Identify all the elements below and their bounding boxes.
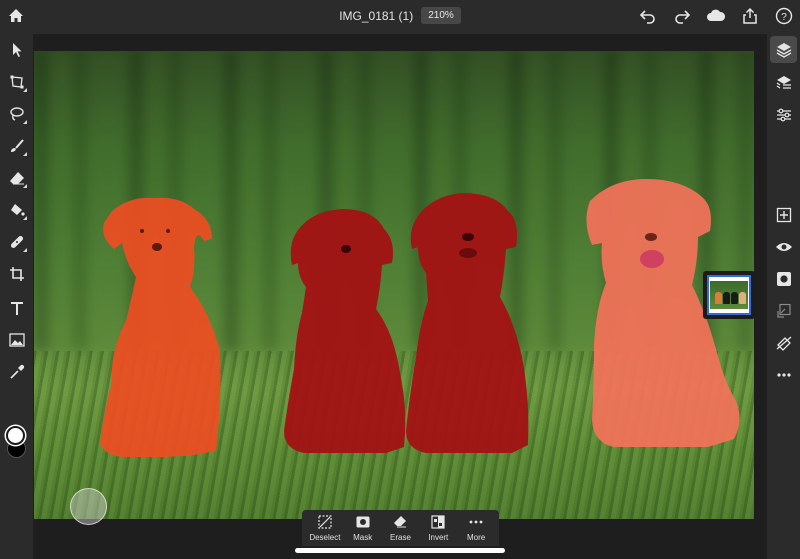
merge-icon[interactable] [773,300,794,321]
erase-button[interactable]: Erase [382,515,418,542]
lasso-icon[interactable] [6,103,27,124]
layer-thumbnail-image [707,275,751,315]
more-icon[interactable] [773,364,794,385]
top-bar: IMG_0181 (1) 210% ? [0,0,800,34]
mask-button[interactable]: Mask [345,515,381,542]
deselect-icon [317,514,333,529]
more-label: More [466,532,486,542]
dog-1-selected[interactable] [100,197,221,457]
image-canvas[interactable] [34,51,754,519]
layer-properties-icon[interactable] [773,72,794,93]
left-toolbar [0,34,33,559]
more-button[interactable]: More [458,515,494,542]
brush-icon[interactable] [6,135,27,156]
type-icon[interactable] [6,297,27,318]
deselect-label: Deselect [309,532,341,542]
erase-icon [392,515,408,529]
fill-icon[interactable] [6,199,27,220]
visibility-icon[interactable] [773,236,794,257]
cloud-icon[interactable] [706,6,726,26]
redo-icon[interactable] [672,6,692,26]
right-panel [767,34,800,559]
share-icon[interactable] [740,6,760,26]
layer-thumbnail[interactable] [703,271,755,319]
image-icon[interactable] [6,329,27,350]
crop-icon[interactable] [6,263,27,284]
top-actions: ? [638,6,794,26]
dogs-selection-overlay [100,179,740,457]
document-title[interactable]: IMG_0181 (1) [339,9,413,23]
layers-icon[interactable] [770,36,797,63]
healing-icon[interactable] [6,231,27,252]
foreground-color-swatch[interactable] [6,426,25,445]
invert-button[interactable]: Invert [420,514,456,542]
zoom-level[interactable]: 210% [421,7,461,24]
mask-label: Mask [353,532,373,542]
invert-icon [430,514,446,529]
mask-icon [355,515,371,529]
mask-icon[interactable] [773,268,794,289]
eyedropper-icon[interactable] [6,361,27,382]
deselect-button[interactable]: Deselect [307,514,343,542]
contextual-taskbar: Deselect Mask Erase Invert More [302,510,499,546]
clear-icon[interactable] [773,332,794,353]
touch-shortcut-button[interactable] [70,488,107,525]
dog-3-selected[interactable] [406,193,529,453]
transform-icon[interactable] [6,71,27,92]
dog-2-selected[interactable] [284,209,406,453]
eraser-icon[interactable] [6,167,27,188]
invert-label: Invert [428,532,449,542]
home-indicator[interactable] [295,548,505,553]
erase-label: Erase [390,532,411,542]
adjustments-icon[interactable] [773,104,794,125]
more-icon [468,515,484,529]
undo-icon[interactable] [638,6,658,26]
svg-text:?: ? [781,12,787,23]
help-icon[interactable]: ? [774,6,794,26]
select-icon[interactable] [6,39,27,60]
add-layer-icon[interactable] [773,204,794,225]
